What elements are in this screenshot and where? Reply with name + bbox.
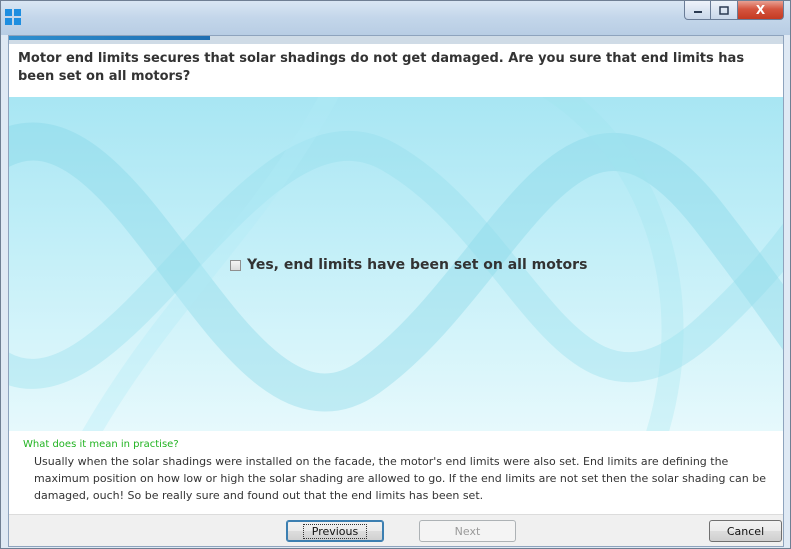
end-limits-checkbox-label[interactable]: Yes, end limits have been set on all mot…	[247, 257, 587, 273]
wizard-page: Motor end limits secures that solar shad…	[8, 35, 784, 547]
wizard-progress-bar	[9, 36, 783, 44]
hero-background: Yes, end limits have been set on all mot…	[9, 97, 783, 431]
next-button[interactable]: Next	[419, 520, 516, 542]
cancel-button[interactable]: Cancel	[709, 520, 782, 542]
minimize-icon	[693, 11, 702, 13]
maximize-icon	[719, 5, 729, 15]
help-title: What does it mean in practise?	[23, 439, 179, 450]
previous-button[interactable]: Previous	[286, 520, 384, 542]
button-bar: Previous Next Cancel	[9, 514, 783, 546]
windows-tile-icon	[5, 9, 21, 25]
wizard-window: X Motor end limits secures that solar sh…	[0, 0, 791, 549]
title-bar[interactable]: X	[1, 1, 790, 35]
wizard-progress-fill	[9, 36, 211, 40]
question-text: Motor end limits secures that solar shad…	[18, 51, 745, 84]
minimize-button[interactable]	[684, 1, 711, 20]
previous-button-label: Previous	[302, 523, 368, 539]
maximize-button[interactable]	[711, 1, 738, 20]
close-button[interactable]: X	[738, 1, 784, 20]
end-limits-checkbox[interactable]	[230, 259, 241, 271]
help-text: Usually when the solar shadings were ins…	[34, 455, 767, 502]
